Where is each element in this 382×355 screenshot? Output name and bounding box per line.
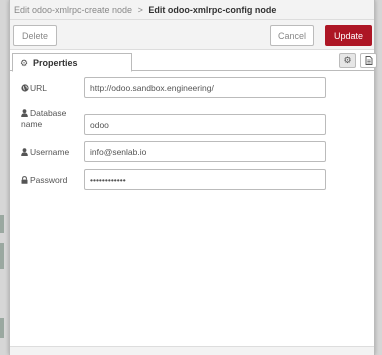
url-label: URL: [21, 83, 47, 94]
user-icon: [21, 147, 30, 158]
file-icon: [365, 56, 372, 66]
username-input[interactable]: [84, 141, 326, 162]
tray-footer: [10, 346, 374, 355]
url-label-text: URL: [30, 83, 48, 93]
tab-settings[interactable]: ⚙: [339, 53, 356, 68]
password-input[interactable]: [84, 169, 326, 190]
breadcrumb-prev[interactable]: Edit odoo-xmlrpc-create node: [14, 5, 132, 15]
username-label: Username: [21, 147, 69, 158]
tab-bar: ⚙ Properties ⚙: [10, 50, 377, 72]
tray-toolbar: Delete Cancel Update: [10, 20, 374, 50]
tab-properties[interactable]: ⚙ Properties: [12, 53, 132, 72]
password-label-text: Password: [30, 175, 68, 185]
database-label-line1: Database: [30, 108, 67, 118]
globe-icon: [21, 83, 30, 94]
breadcrumb-separator: >: [137, 5, 143, 15]
delete-button[interactable]: Delete: [13, 25, 57, 46]
tab-description[interactable]: [360, 53, 377, 68]
cog-icon: ⚙: [20, 58, 29, 68]
username-label-text: Username: [30, 147, 70, 157]
password-label: Password: [21, 175, 67, 186]
lock-icon: [21, 175, 30, 186]
edit-tray: Edit odoo-xmlrpc-create node > Edit odoo…: [9, 0, 377, 355]
breadcrumb-current: Edit odoo-xmlrpc-config node: [148, 5, 277, 15]
database-label: Database name: [21, 108, 66, 130]
workspace-left-strip: [0, 0, 9, 355]
update-button[interactable]: Update: [325, 25, 372, 46]
gear-icon: ⚙: [343, 55, 352, 65]
database-label-line2: name: [21, 119, 43, 129]
cancel-button[interactable]: Cancel: [270, 25, 314, 46]
url-input[interactable]: [84, 77, 326, 98]
breadcrumb: Edit odoo-xmlrpc-create node > Edit odoo…: [10, 0, 374, 20]
user-icon: [21, 108, 30, 119]
tab-properties-label: Properties: [33, 58, 78, 68]
database-input[interactable]: [84, 114, 326, 135]
